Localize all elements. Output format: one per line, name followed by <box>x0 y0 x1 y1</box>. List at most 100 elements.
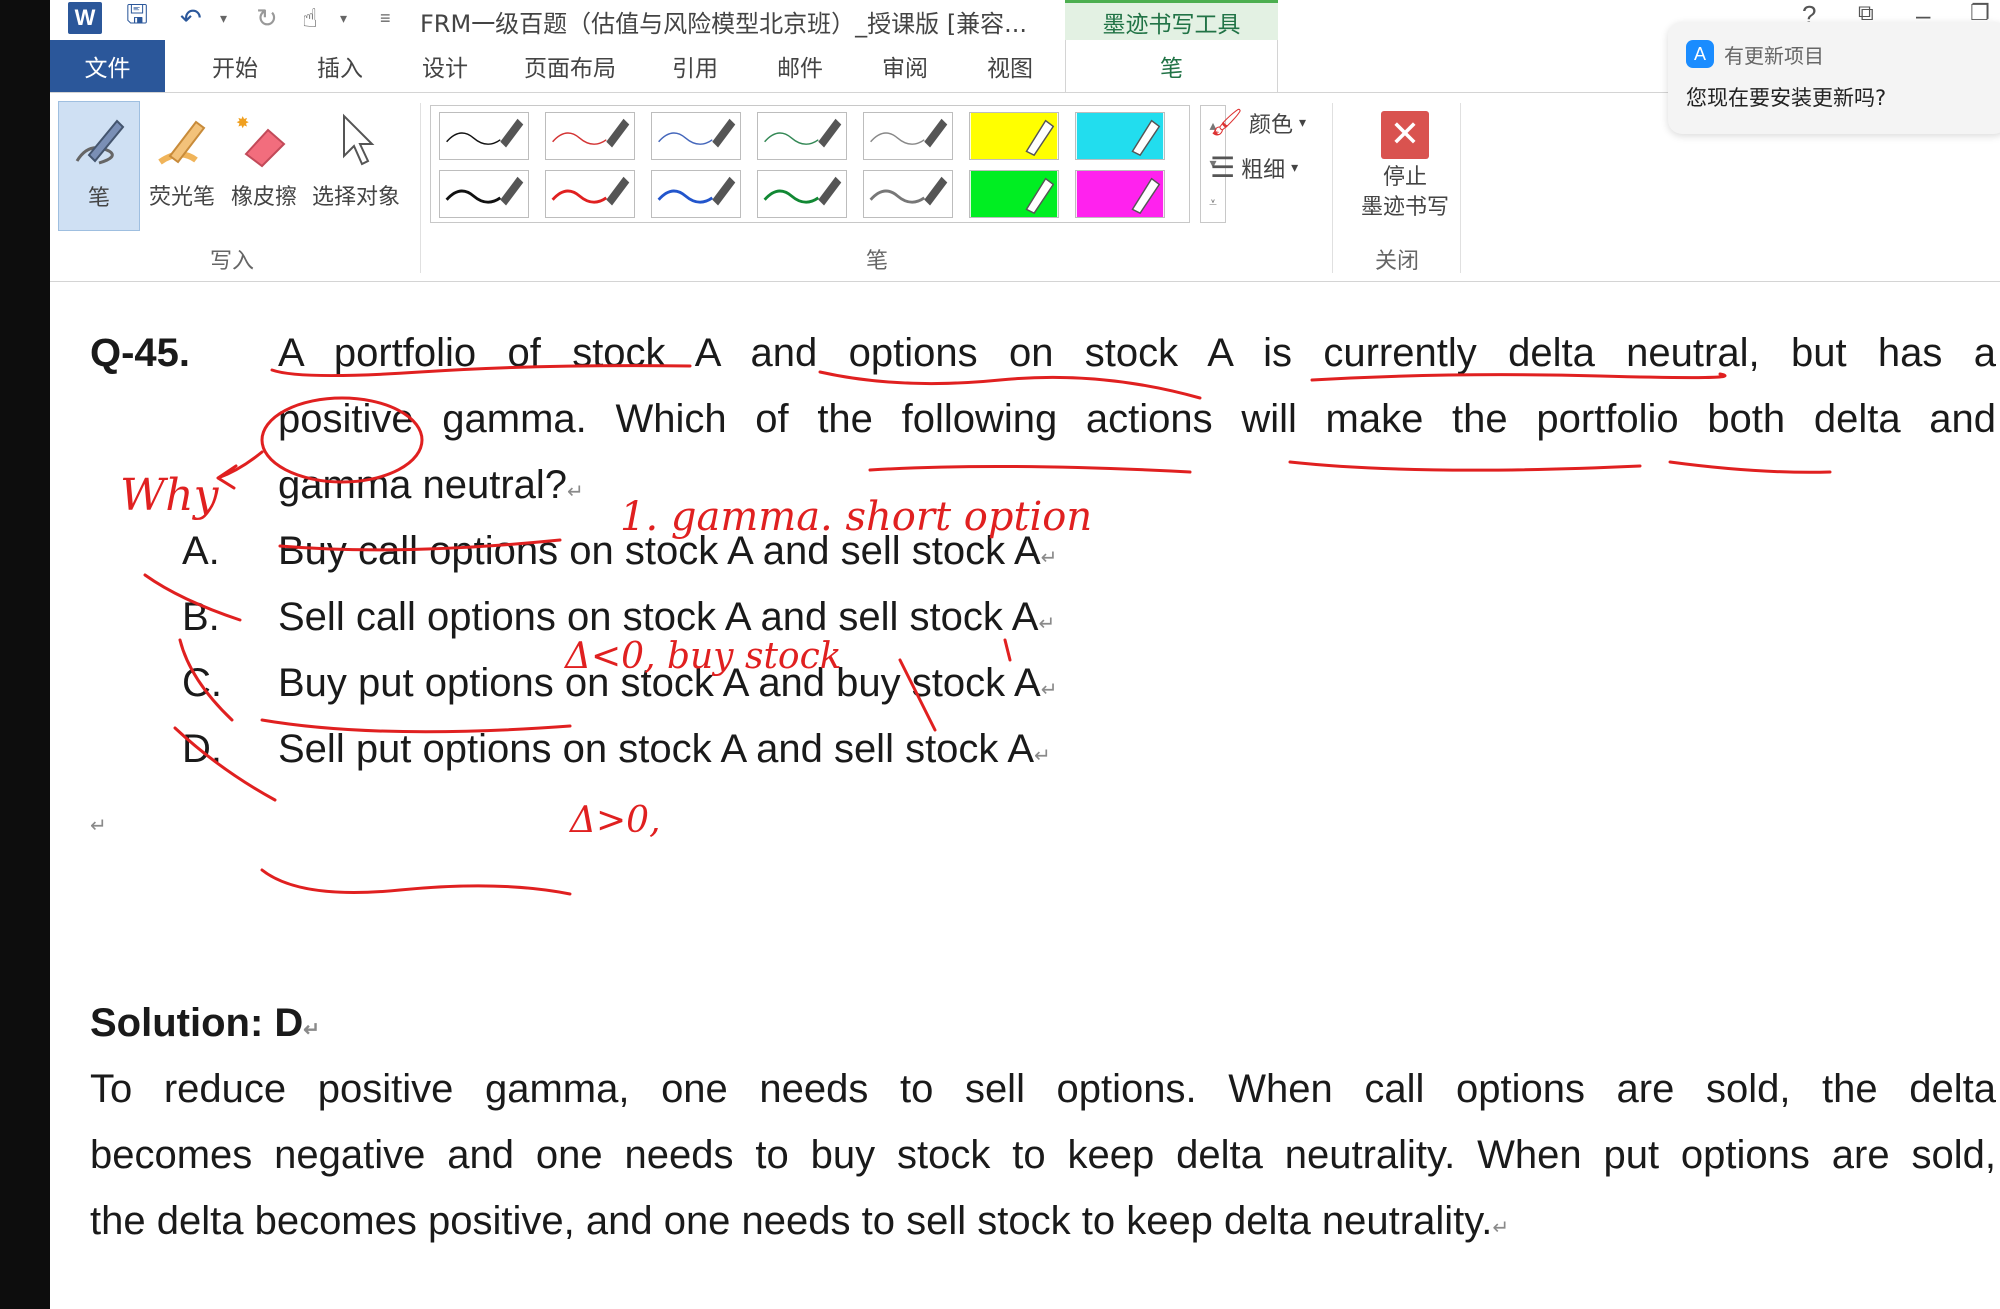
highlighter-tool-button[interactable]: 荧光笔 <box>142 101 222 231</box>
option-b-text-content: Sell call options on stock A and sell st… <box>278 595 1039 639</box>
app-store-icon: A <box>1686 40 1714 68</box>
tab-insert[interactable]: 插入 <box>295 40 385 92</box>
group-divider <box>1332 103 1333 273</box>
stop-inking-button[interactable]: ✕ 停止 墨迹书写 <box>1340 111 1470 223</box>
screen-left-border <box>0 0 50 1309</box>
pen-swatch[interactable] <box>969 112 1059 160</box>
paragraph-mark: ↵ <box>1038 613 1056 635</box>
eraser-tool-label: 橡皮擦 <box>230 185 297 210</box>
group-divider <box>420 103 421 273</box>
redo-icon[interactable]: ↻ <box>256 2 278 34</box>
pen-swatch[interactable] <box>1075 112 1165 160</box>
select-objects-button[interactable]: 选择对象 <box>306 101 406 231</box>
paragraph-mark: ↵ <box>1040 547 1058 569</box>
tab-pen[interactable]: 笔 <box>1065 40 1278 92</box>
pen-swatch[interactable] <box>863 170 953 218</box>
pen-tool-button[interactable]: 笔 <box>58 101 140 231</box>
customize-toolbar-icon[interactable]: ≡ <box>380 2 391 34</box>
option-c-text-content: Buy put options on stock A and buy stock… <box>278 661 1041 705</box>
explanation-line-3: the delta becomes positive, and one need… <box>90 1199 1996 1244</box>
pens-group-label: 笔 <box>866 249 889 274</box>
eraser-tool-button[interactable]: ✸ 橡皮擦 <box>224 101 304 231</box>
explanation-line-3-text: the delta becomes positive, and one need… <box>90 1199 1493 1243</box>
thickness-icon: ☰ <box>1210 151 1236 184</box>
option-c-letter: C. <box>182 661 222 705</box>
paragraph-mark: ↵ <box>90 815 107 837</box>
color-button[interactable]: 🖌 颜色 ▾ <box>1210 107 1306 139</box>
option-b-letter: B. <box>182 595 220 639</box>
thickness-button[interactable]: ☰ 粗细 ▾ <box>1210 151 1298 184</box>
chevron-down-icon: ▾ <box>1299 115 1307 131</box>
pen-swatch[interactable] <box>1075 170 1165 218</box>
pen-swatch[interactable] <box>757 112 847 160</box>
eraser-icon: ✸ <box>234 101 294 179</box>
solution-text: Solution: D <box>90 1001 304 1045</box>
notification-message: 您现在要安装更新吗? <box>1686 86 1887 110</box>
pen-swatch[interactable] <box>969 170 1059 218</box>
tab-design[interactable]: 设计 <box>400 40 490 92</box>
option-a-text: Buy call options on stock A and sell sto… <box>278 529 1057 574</box>
gallery-more-icon[interactable]: ⩡ <box>1209 194 1217 211</box>
tab-home[interactable]: 开始 <box>190 40 280 92</box>
question-line-1: A portfolio of stock A and options on st… <box>278 331 1996 375</box>
pen-swatch[interactable] <box>439 112 529 160</box>
stop-inking-label-1: 停止 <box>1382 165 1427 190</box>
highlighter-icon <box>152 101 212 179</box>
pen-swatch[interactable] <box>863 112 953 160</box>
tab-file[interactable]: 文件 <box>50 40 165 92</box>
pen-gallery <box>430 105 1190 223</box>
paragraph-mark: ↵ <box>1040 679 1058 701</box>
save-icon[interactable]: 🖫 <box>126 0 148 34</box>
write-group-label: 写入 <box>210 249 255 274</box>
color-label: 颜色 <box>1249 113 1294 138</box>
close-group-label: 关闭 <box>1375 249 1420 274</box>
pen-swatch[interactable] <box>545 170 635 218</box>
question-line-3: gamma neutral?↵ <box>278 463 584 508</box>
ink-tools-context-title: 墨迹书写工具 <box>1065 0 1278 40</box>
close-icon: ✕ <box>1381 111 1429 159</box>
update-notification[interactable]: A 有更新项目 您现在要安装更新吗? <box>1668 22 2000 134</box>
group-divider <box>1460 103 1461 273</box>
select-objects-label: 选择对象 <box>311 185 400 210</box>
paragraph-mark: ↵ <box>1034 745 1051 767</box>
explanation-line-2: becomes negative and one needs to buy st… <box>90 1133 1996 1177</box>
pen-swatch[interactable] <box>651 170 741 218</box>
document-title: FRM一级百题（估值与风险模型北京班）_授课版 [兼容... <box>420 10 1028 38</box>
question-line-2: positive gamma. Which of the following a… <box>278 397 1996 441</box>
tab-references[interactable]: 引用 <box>650 40 740 92</box>
option-a-text-content: Buy call options on stock A and sell sto… <box>278 529 1041 573</box>
touch-mode-icon[interactable]: ☝ <box>302 2 318 34</box>
pen-icon <box>69 102 129 180</box>
pen-swatch[interactable] <box>439 170 529 218</box>
undo-dropdown-icon[interactable]: ▾ <box>220 2 227 34</box>
tab-review[interactable]: 审阅 <box>860 40 950 92</box>
undo-icon[interactable]: ↶ <box>180 2 202 34</box>
option-c-text: Buy put options on stock A and buy stock… <box>278 661 1057 706</box>
chevron-down-icon: ▾ <box>1291 159 1299 176</box>
cursor-icon <box>326 101 386 179</box>
paragraph-mark: ↵ <box>567 481 584 503</box>
tab-view[interactable]: 视图 <box>965 40 1055 92</box>
tab-mailings[interactable]: 邮件 <box>755 40 845 92</box>
option-a-letter: A. <box>182 529 220 573</box>
paragraph-mark: ↵ <box>303 1019 321 1041</box>
svg-text:✸: ✸ <box>236 113 249 132</box>
pen-tool-label: 笔 <box>87 186 110 211</box>
option-d-letter: D. <box>182 727 222 771</box>
highlighter-tool-label: 荧光笔 <box>148 185 215 210</box>
question-number: Q-45. <box>90 331 191 375</box>
solution-heading: Solution: D↵ <box>90 1001 320 1046</box>
touch-dropdown-icon[interactable]: ▾ <box>340 2 347 34</box>
option-d-text-content: Sell put options on stock A and sell sto… <box>278 727 1035 771</box>
document-page[interactable]: Q-45. A portfolio of stock A and options… <box>50 283 2000 1309</box>
paragraph-mark: ↵ <box>1492 1217 1510 1239</box>
option-b-text: Sell call options on stock A and sell st… <box>278 595 1055 640</box>
question-line-3-text: gamma neutral? <box>278 463 568 507</box>
pen-swatch[interactable] <box>757 170 847 218</box>
explanation-line-1: To reduce positive gamma, one needs to s… <box>90 1067 1996 1111</box>
ink-color-icon: 🖌 <box>1210 108 1244 138</box>
pen-swatch[interactable] <box>545 112 635 160</box>
pen-swatch[interactable] <box>651 112 741 160</box>
tab-page-layout[interactable]: 页面布局 <box>505 40 635 92</box>
word-logo-icon: W <box>68 2 102 34</box>
